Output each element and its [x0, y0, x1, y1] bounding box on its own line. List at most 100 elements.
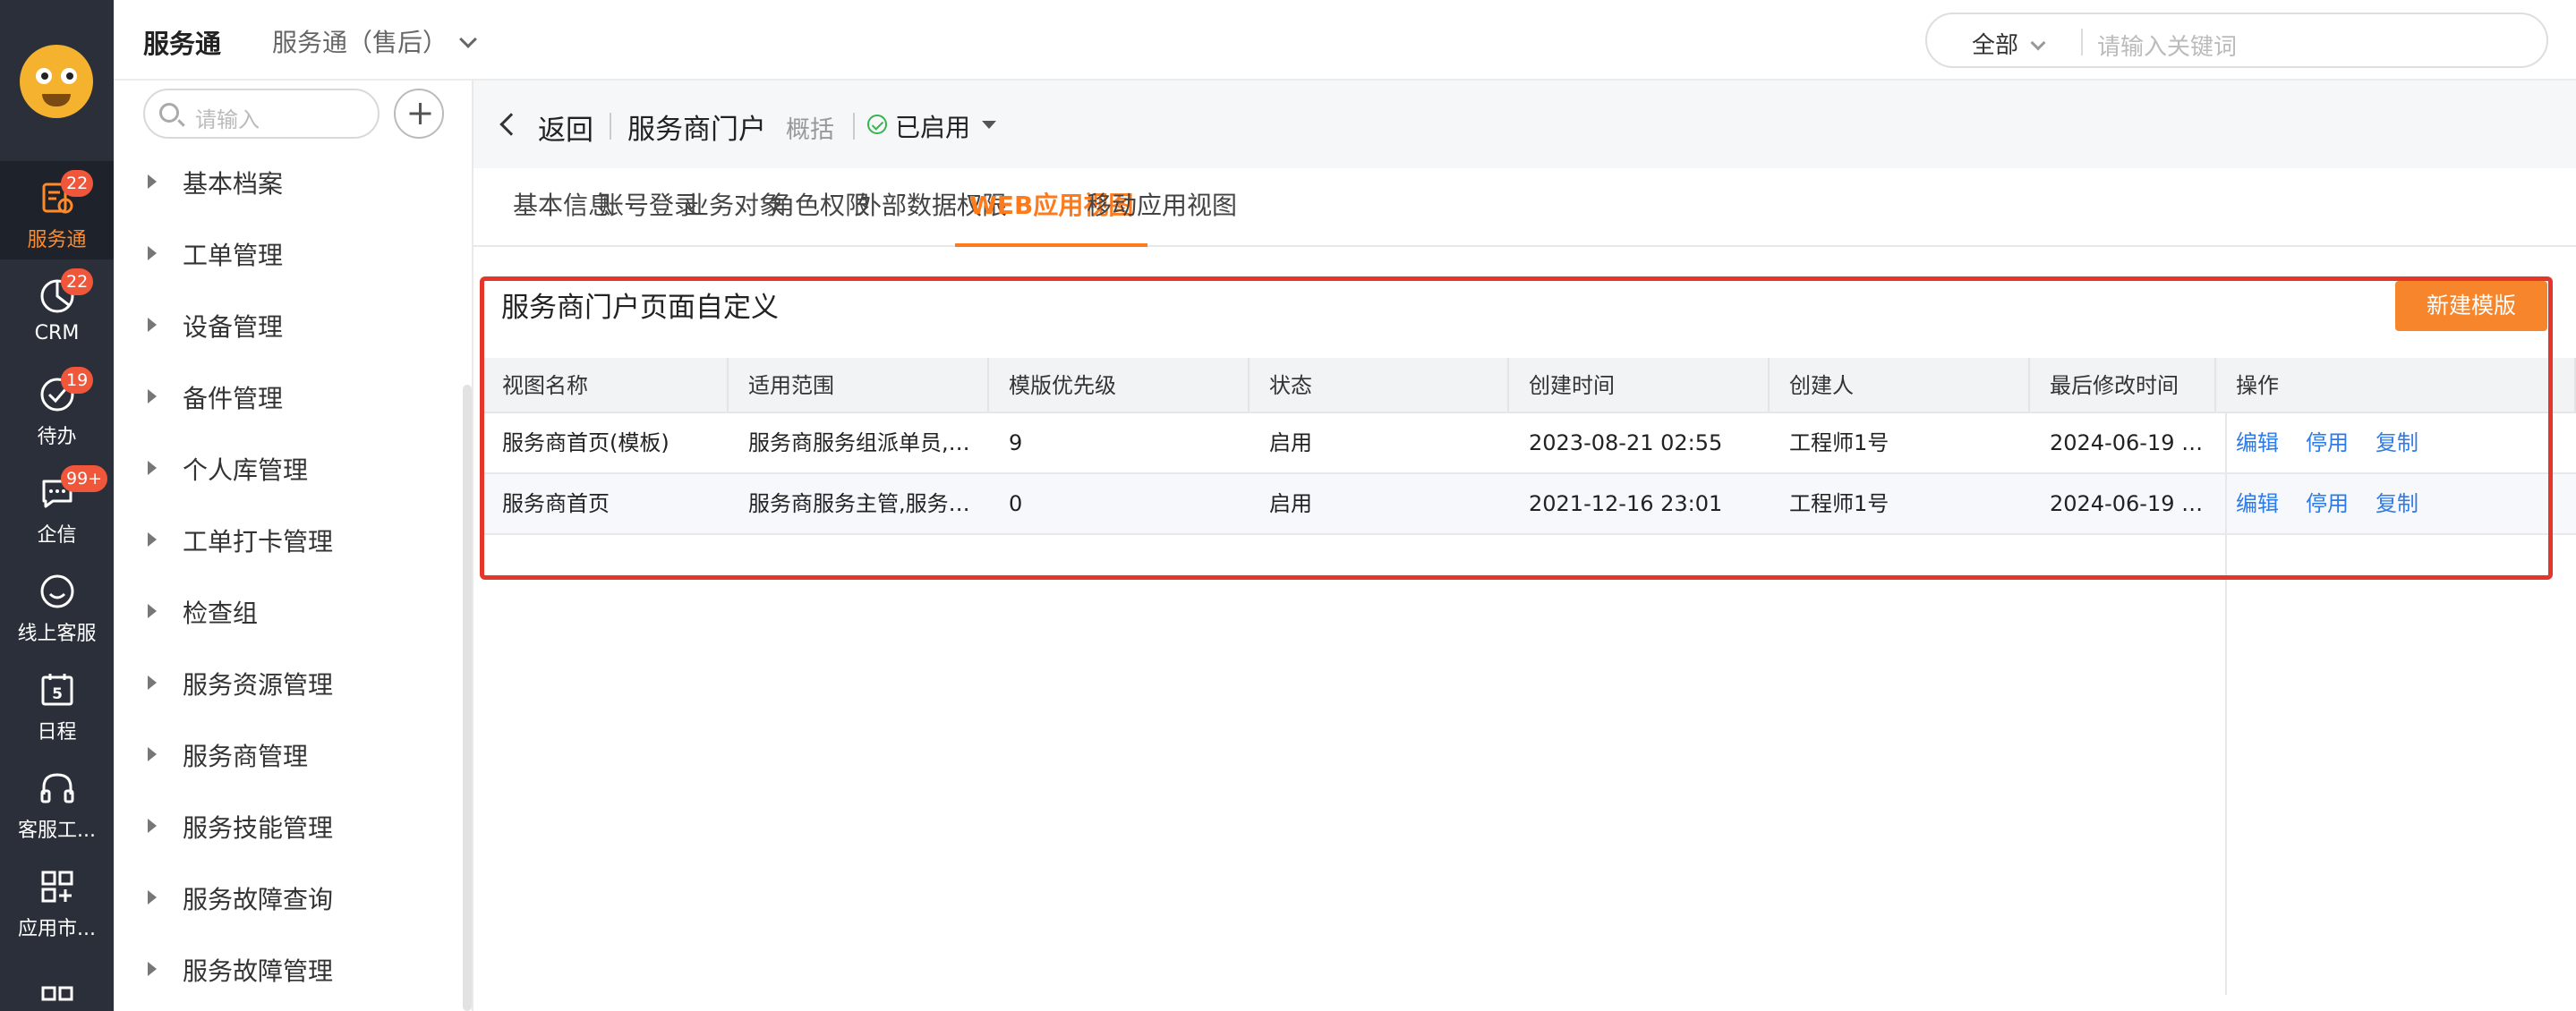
rail-item-cs-workbench[interactable]: 客服工...: [0, 752, 114, 850]
expand-triangle-icon: [137, 670, 162, 695]
menu-item-label: 服务资源管理: [183, 670, 334, 700]
add-icon[interactable]: [394, 89, 444, 139]
chevron-down-icon: [459, 30, 477, 48]
overview-link[interactable]: 概括: [786, 110, 834, 145]
global-search-input[interactable]: 请输入关键词: [2097, 29, 2237, 62]
calendar-icon: 5: [41, 674, 73, 706]
app-switcher[interactable]: 服务通（售后）: [272, 23, 477, 59]
app-root: 22 服务通 22 CRM 19 待办 99+ 企信 线上客服 5 日程 客服工…: [0, 0, 2576, 1011]
web-view-panel: 服务商门户页面自定义 新建模版 视图名称 适用范围 模版优先级 状态 创建时间 创建人 最后…: [473, 247, 2576, 1011]
rail-item-more[interactable]: [0, 962, 114, 1011]
menu-item-label: 工单管理: [183, 241, 284, 270]
menu-search-input[interactable]: 请输入: [143, 89, 380, 139]
menu-item[interactable]: 基本档案: [114, 145, 463, 217]
menu-item[interactable]: 设备管理: [114, 288, 463, 360]
cell-created: 2023-08-21 02:55: [1529, 430, 1723, 455]
cell-priority: 9: [1009, 430, 1023, 455]
rail-item-label: 企信: [37, 524, 77, 547]
tab-7[interactable]: 移动应用视图: [1087, 186, 1237, 247]
cell-scope: 服务商服务主管,服务商服务组派单员: [748, 491, 971, 516]
expand-triangle-icon: [137, 384, 162, 409]
cell-status: 启用: [1269, 491, 1312, 516]
global-search[interactable]: 全部 请输入关键词: [1925, 13, 2548, 68]
column-header[interactable]: 视图名称: [482, 358, 729, 412]
menu-item[interactable]: 备件管理: [114, 360, 463, 431]
column-header[interactable]: 状态: [1250, 358, 1509, 412]
menu-item-label: 服务技能管理: [183, 813, 334, 843]
copy-link[interactable]: 复制: [2376, 491, 2418, 516]
rail-item-app-market[interactable]: 应用市...: [0, 850, 114, 948]
menu-item[interactable]: 服务故障查询: [114, 861, 463, 932]
column-header[interactable]: 模版优先级: [989, 358, 1250, 412]
app-title: 服务通: [143, 29, 222, 59]
edit-link[interactable]: 编辑: [2236, 430, 2279, 455]
rail-item-label: 日程: [37, 721, 77, 743]
tab-bar: 基本信息 账号登录 业务对象 角色权限 外部数据权限 WEB应用视图 移动应用视图: [473, 168, 2576, 247]
back-arrow-icon[interactable]: [499, 113, 523, 136]
menu-scrollbar[interactable]: [463, 385, 472, 1011]
bee-logo-icon[interactable]: [20, 45, 93, 118]
cell-modified: 2024-06-19 20:19: [2050, 430, 2216, 455]
rail-item-label: 待办: [37, 426, 77, 448]
menu-item[interactable]: 服务技能管理: [114, 789, 463, 861]
caret-down-icon[interactable]: [982, 121, 996, 129]
search-icon: [159, 103, 179, 123]
menu-search-placeholder: 请输入: [195, 107, 260, 132]
cell-scope: 服务商服务组派单员,服务商服务主管: [748, 430, 971, 455]
expand-triangle-icon: [137, 312, 162, 337]
disable-link[interactable]: 停用: [2306, 430, 2349, 455]
search-scope-select[interactable]: 全部: [1972, 27, 2046, 60]
menu-item[interactable]: 检查组: [114, 574, 463, 646]
rail-badge: 22: [61, 268, 94, 295]
new-template-button[interactable]: 新建模版: [2395, 281, 2547, 331]
rail-item-calendar[interactable]: 5 日程: [0, 653, 114, 752]
menu-item[interactable]: 服务商管理: [114, 718, 463, 789]
expand-triangle-icon: [137, 599, 162, 624]
back-link[interactable]: 返回: [538, 107, 593, 148]
menu-item[interactable]: 个人库管理: [114, 431, 463, 503]
menu-item-label: 服务故障管理: [183, 956, 334, 986]
chevron-down-icon: [2030, 35, 2046, 51]
rail-item-online-service[interactable]: 线上客服: [0, 555, 114, 653]
expand-triangle-icon: [137, 455, 162, 480]
menu-item[interactable]: 服务故障管理: [114, 932, 463, 1004]
cell-actions: 编辑 停用 复制: [2216, 474, 2576, 533]
column-header[interactable]: 创建时间: [1509, 358, 1770, 412]
rail-item-messenger[interactable]: 99+ 企信: [0, 456, 114, 555]
table-body: 服务商首页(模板) 服务商服务组派单员,服务商服务主管 9 启用 2023-08-21 …: [482, 413, 2576, 535]
menu-item[interactable]: 服务资源管理: [114, 646, 463, 718]
column-header[interactable]: 最后修改时间: [2030, 358, 2216, 412]
tab-4[interactable]: 角色权限: [770, 186, 870, 247]
column-header[interactable]: 创建人: [1770, 358, 2030, 412]
calendar-day: 5: [52, 685, 63, 703]
expand-triangle-icon: [137, 241, 162, 266]
rail-item-todo[interactable]: 19 待办: [0, 358, 114, 456]
rail-item-label: 客服工...: [18, 820, 96, 842]
column-header[interactable]: 适用范围: [729, 358, 989, 412]
rail-item-service[interactable]: 22 服务通: [0, 161, 114, 259]
disable-link[interactable]: 停用: [2306, 491, 2349, 516]
edit-link[interactable]: 编辑: [2236, 491, 2279, 516]
cell-priority: 0: [1009, 491, 1023, 516]
smile-icon: [40, 574, 73, 608]
rail-badge: 22: [61, 170, 94, 197]
rail-item-crm[interactable]: 22 CRM: [0, 259, 114, 358]
divider: [610, 113, 611, 140]
cell-status: 启用: [1269, 430, 1312, 455]
check-circle-icon: [867, 115, 887, 134]
side-menu: 请输入 基本档案工单管理设备管理 备件管理 个人库管理工单打卡管理检查组服务资源管理…: [114, 81, 473, 1011]
menu-item-label: 基本档案: [183, 169, 284, 199]
menu-item-label: 工单打卡管理: [183, 527, 334, 556]
headset-icon: [40, 773, 73, 803]
ops-column-divider: [2225, 413, 2227, 995]
rail-item-label: 线上客服: [17, 623, 97, 645]
table-header: 视图名称 适用范围 模版优先级 状态 创建时间 创建人 最后修改时间 操作: [482, 358, 2576, 413]
expand-triangle-icon: [137, 169, 162, 194]
column-header[interactable]: 操作: [2216, 358, 2576, 412]
menu-item[interactable]: 工单管理: [114, 217, 463, 288]
menu-item-label: 服务商管理: [183, 742, 309, 771]
copy-link[interactable]: 复制: [2376, 430, 2418, 455]
menu-item[interactable]: 工单打卡管理: [114, 503, 463, 574]
expand-triangle-icon: [137, 885, 162, 910]
status-dropdown[interactable]: 已启用: [895, 108, 970, 144]
